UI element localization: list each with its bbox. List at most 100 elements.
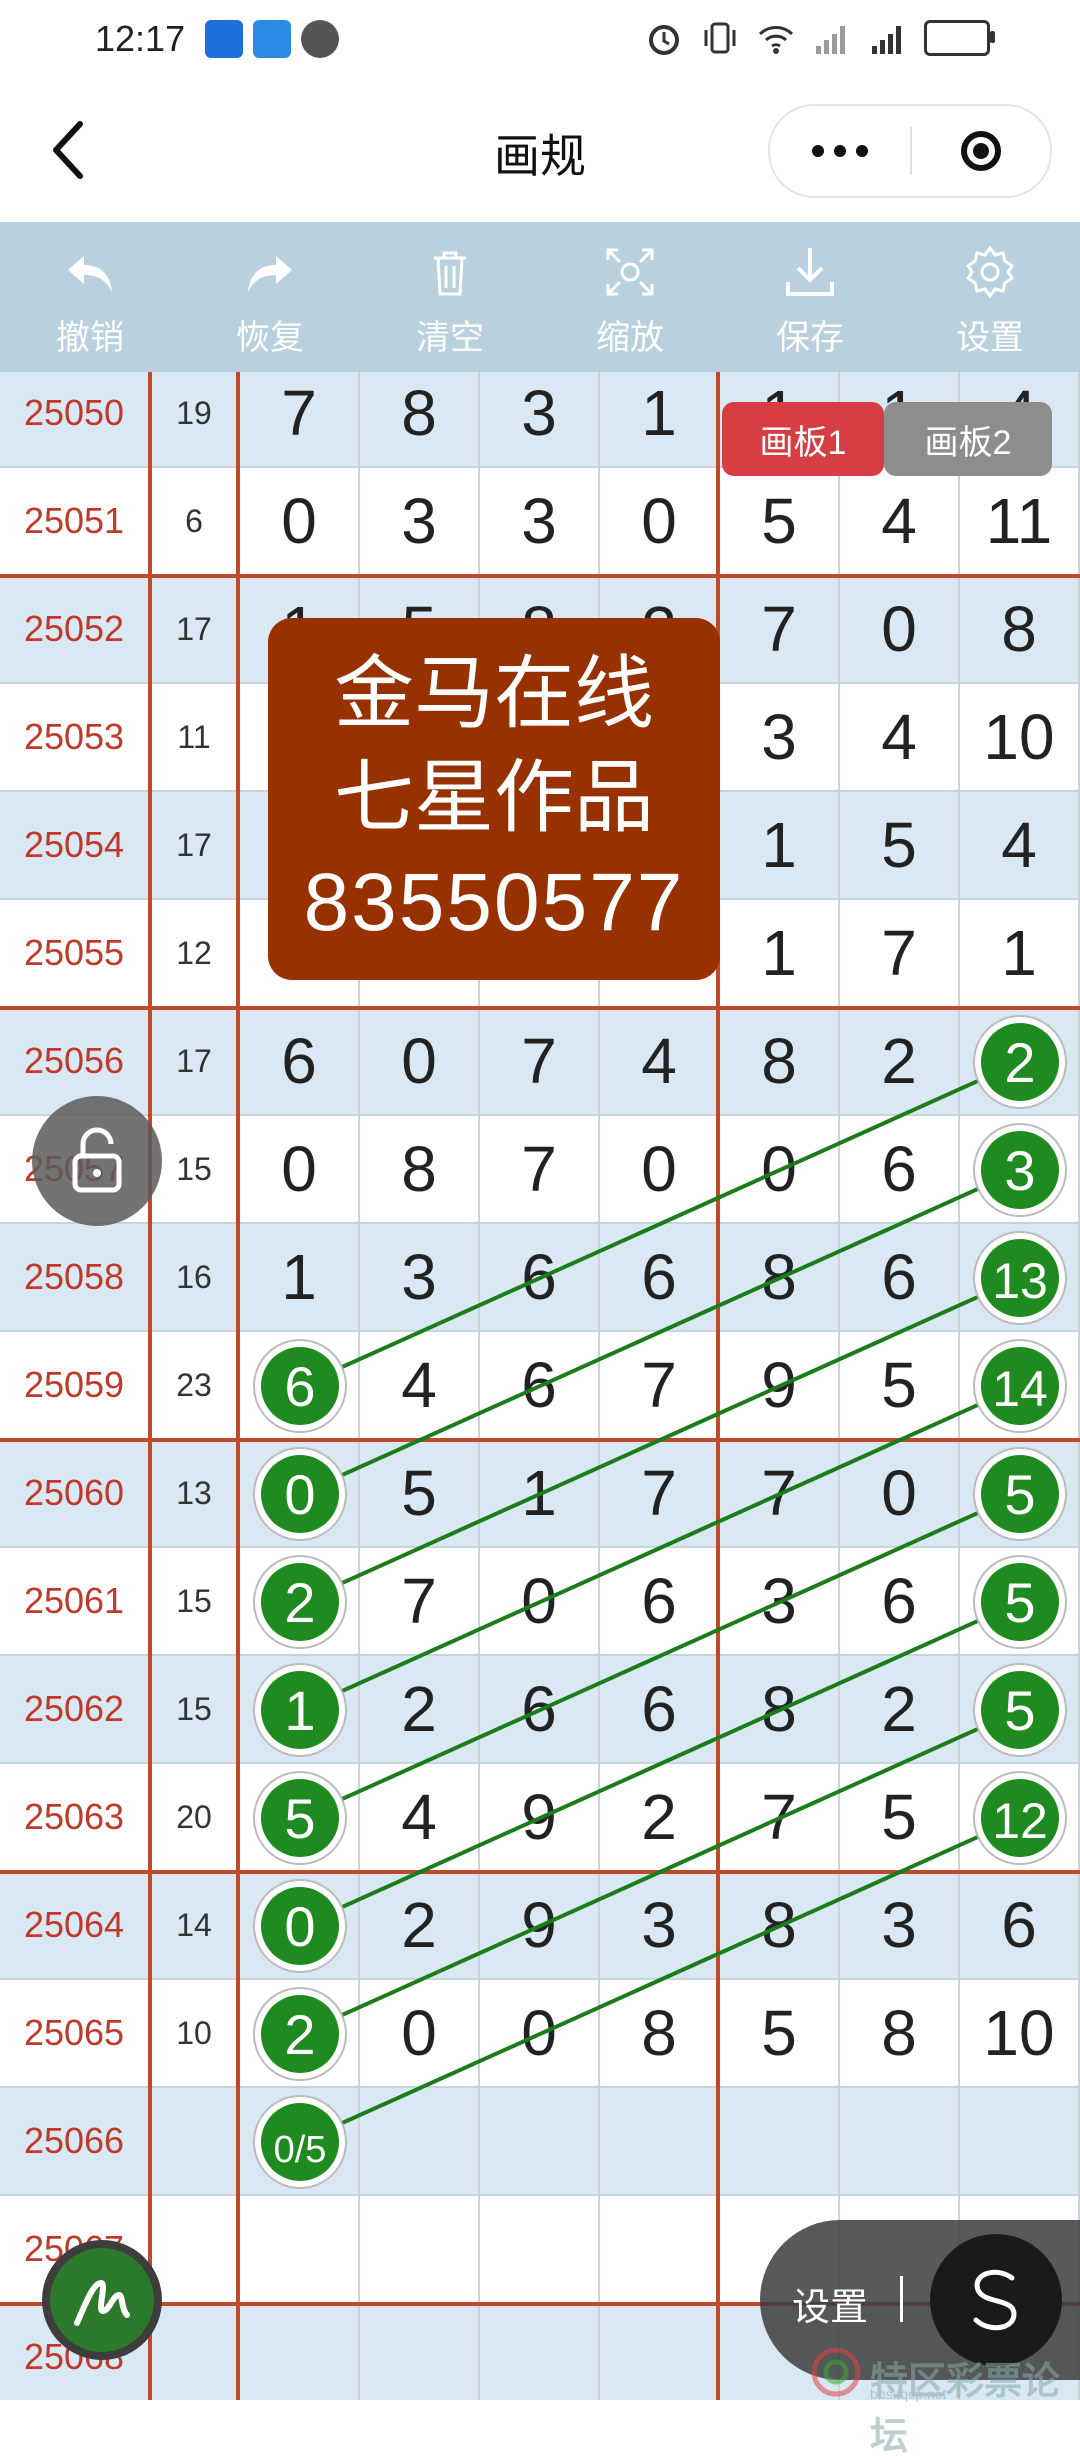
digit-cell[interactable]: 0: [600, 468, 720, 576]
digit-cell[interactable]: 8: [720, 1008, 840, 1116]
digit-cell[interactable]: 5: [360, 1440, 480, 1548]
digit-cell[interactable]: [480, 2304, 600, 2400]
digit-cell[interactable]: 6: [960, 1872, 1080, 1980]
digit-cell[interactable]: 2: [840, 1656, 960, 1764]
digit-cell[interactable]: [240, 2196, 360, 2304]
digit-cell[interactable]: 5: [720, 468, 840, 576]
digit-cell[interactable]: 3: [720, 684, 840, 792]
digit-cell[interactable]: 7: [600, 1440, 720, 1548]
digit-cell[interactable]: 2: [600, 1764, 720, 1872]
undo-button[interactable]: 撤销: [0, 222, 180, 372]
digit-cell[interactable]: 6: [840, 1116, 960, 1224]
digit-cell[interactable]: [240, 1980, 360, 2088]
digit-cell[interactable]: 4: [360, 1764, 480, 1872]
digit-cell[interactable]: [360, 2196, 480, 2304]
digit-cell[interactable]: 8: [720, 1872, 840, 1980]
digit-cell[interactable]: 8: [360, 1116, 480, 1224]
digit-cell[interactable]: 4: [600, 1008, 720, 1116]
digit-cell[interactable]: 0: [240, 468, 360, 576]
digit-cell[interactable]: 6: [480, 1224, 600, 1332]
digit-cell[interactable]: 3: [840, 1872, 960, 1980]
digit-cell[interactable]: [960, 1224, 1080, 1332]
clear-button[interactable]: 清空: [360, 222, 540, 372]
digit-cell[interactable]: [240, 1764, 360, 1872]
digit-cell[interactable]: 0: [480, 1548, 600, 1656]
tab-board-2[interactable]: 画板2: [884, 402, 1052, 476]
digit-cell[interactable]: 10: [960, 1980, 1080, 2088]
digit-cell[interactable]: [240, 1440, 360, 1548]
digit-cell[interactable]: [960, 1548, 1080, 1656]
digit-cell[interactable]: [600, 2304, 720, 2400]
digit-cell[interactable]: 0: [840, 576, 960, 684]
digit-cell[interactable]: 1: [720, 900, 840, 1008]
digit-cell[interactable]: 2: [360, 1656, 480, 1764]
close-target-icon[interactable]: [912, 131, 1050, 171]
tab-board-1[interactable]: 画板1: [722, 402, 884, 476]
redo-button[interactable]: 恢复: [180, 222, 360, 372]
digit-cell[interactable]: [360, 2088, 480, 2196]
digit-cell[interactable]: [960, 1116, 1080, 1224]
digit-cell[interactable]: [840, 2088, 960, 2196]
digit-cell[interactable]: 1: [240, 1224, 360, 1332]
digit-cell[interactable]: 6: [600, 1224, 720, 1332]
digit-cell[interactable]: 5: [720, 1980, 840, 2088]
digit-cell[interactable]: [480, 2196, 600, 2304]
digit-cell[interactable]: 7: [720, 576, 840, 684]
digit-cell[interactable]: [240, 2304, 360, 2400]
digit-cell[interactable]: 8: [360, 372, 480, 468]
digit-cell[interactable]: [960, 1656, 1080, 1764]
digit-cell[interactable]: 8: [960, 576, 1080, 684]
digit-cell[interactable]: 7: [840, 900, 960, 1008]
digit-cell[interactable]: 4: [840, 468, 960, 576]
digit-cell[interactable]: 7: [600, 1332, 720, 1440]
digit-cell[interactable]: 4: [360, 1332, 480, 1440]
save-button[interactable]: 保存: [720, 222, 900, 372]
digit-cell[interactable]: 11: [960, 468, 1080, 576]
digit-cell[interactable]: 3: [480, 468, 600, 576]
digit-cell[interactable]: 8: [600, 1980, 720, 2088]
digit-cell[interactable]: 3: [720, 1548, 840, 1656]
digit-cell[interactable]: 6: [480, 1656, 600, 1764]
digit-cell[interactable]: 8: [720, 1656, 840, 1764]
digit-cell[interactable]: 7: [360, 1548, 480, 1656]
digit-cell[interactable]: 4: [960, 792, 1080, 900]
digit-cell[interactable]: 8: [840, 1980, 960, 2088]
digit-cell[interactable]: 2: [840, 1008, 960, 1116]
digit-cell[interactable]: 3: [600, 1872, 720, 1980]
digit-cell[interactable]: 3: [480, 372, 600, 468]
digit-cell[interactable]: 1: [960, 900, 1080, 1008]
digit-cell[interactable]: 2: [360, 1872, 480, 1980]
digit-cell[interactable]: [600, 2088, 720, 2196]
digit-cell[interactable]: 0: [360, 1008, 480, 1116]
digit-cell[interactable]: 5: [840, 792, 960, 900]
zoom-button[interactable]: 缩放: [540, 222, 720, 372]
digit-cell[interactable]: 7: [720, 1440, 840, 1548]
digit-cell[interactable]: 9: [720, 1332, 840, 1440]
digit-cell[interactable]: 7: [240, 372, 360, 468]
digit-cell[interactable]: 1: [720, 792, 840, 900]
digit-cell[interactable]: [360, 2304, 480, 2400]
digit-cell[interactable]: 8: [720, 1224, 840, 1332]
digit-cell[interactable]: [720, 2088, 840, 2196]
digit-cell[interactable]: [240, 2088, 360, 2196]
digit-cell[interactable]: 0: [720, 1116, 840, 1224]
digit-cell[interactable]: 6: [600, 1548, 720, 1656]
digit-cell[interactable]: [960, 1332, 1080, 1440]
lock-button[interactable]: [32, 1096, 162, 1226]
digit-cell[interactable]: 6: [600, 1656, 720, 1764]
digit-cell[interactable]: [960, 1440, 1080, 1548]
digit-cell[interactable]: [240, 1656, 360, 1764]
digit-cell[interactable]: 7: [480, 1008, 600, 1116]
digit-cell[interactable]: [960, 1764, 1080, 1872]
digit-cell[interactable]: 0: [600, 1116, 720, 1224]
digit-cell[interactable]: [480, 2088, 600, 2196]
float-settings-label[interactable]: 设置: [792, 2276, 868, 2331]
digit-cell[interactable]: [960, 2088, 1080, 2196]
digit-cell[interactable]: [240, 1548, 360, 1656]
digit-cell[interactable]: 9: [480, 1764, 600, 1872]
digit-cell[interactable]: 0: [360, 1980, 480, 2088]
digit-cell[interactable]: 1: [600, 372, 720, 468]
digit-cell[interactable]: 0: [240, 1116, 360, 1224]
digit-cell[interactable]: 4: [840, 684, 960, 792]
pen-tool-button[interactable]: [42, 2240, 162, 2360]
